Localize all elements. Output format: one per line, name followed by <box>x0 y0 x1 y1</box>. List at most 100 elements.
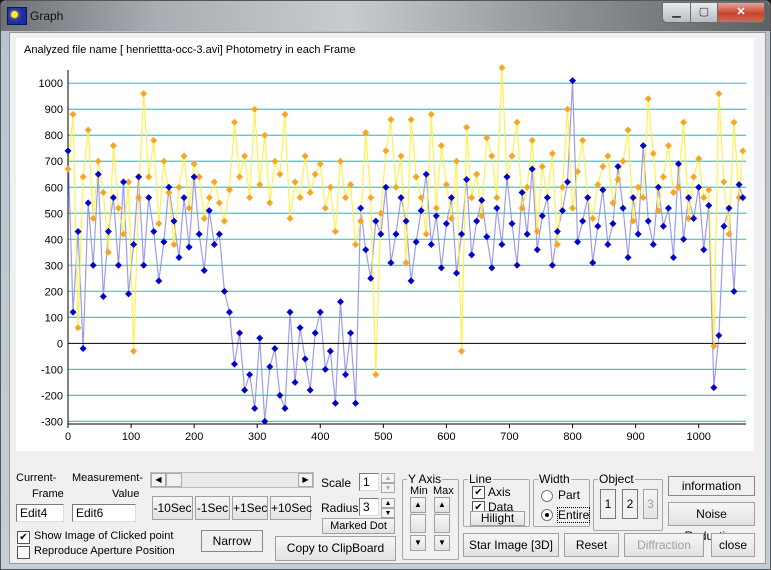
data-point-1 <box>130 240 138 248</box>
data-point-1 <box>710 384 718 392</box>
scroll-left-arrow-icon[interactable]: ◀ <box>151 473 166 487</box>
scroll-right-arrow-icon[interactable]: ▶ <box>298 473 313 487</box>
data-point-2 <box>473 170 481 178</box>
plus-10sec-button[interactable]: +10Sec <box>270 496 312 520</box>
data-point-2 <box>463 123 471 131</box>
data-point-2 <box>548 149 556 157</box>
radius-input[interactable]: 3 <box>359 498 379 516</box>
show-image-checkbox[interactable]: ✔ <box>17 531 30 544</box>
y-max-up-button[interactable]: ▲ <box>434 497 450 513</box>
data-point-1 <box>739 194 747 202</box>
y-min-up-button[interactable]: ▲ <box>410 497 426 513</box>
window-close-button[interactable]: ✕ <box>717 2 765 23</box>
data-point-2 <box>271 157 279 165</box>
copy-to-clipboard-button[interactable]: Copy to ClipBoard <box>275 536 396 561</box>
axis-label: Axis <box>488 485 511 499</box>
data-point-1 <box>246 371 254 379</box>
data-point-1 <box>533 246 541 254</box>
scale-up-icon[interactable]: ▲ <box>381 473 395 483</box>
data-point-1 <box>286 308 294 316</box>
data-point-2 <box>215 199 223 207</box>
data-point-1 <box>584 194 592 202</box>
object-3-button[interactable]: 3 <box>643 489 658 519</box>
radius-down-icon[interactable]: ▼ <box>381 508 395 518</box>
data-point-1 <box>352 399 360 407</box>
axis-checkbox[interactable]: ✔ <box>472 486 485 499</box>
photometry-chart[interactable]: -300 -200 -100 0 100 200 300 400 500 600 700 800 900… <box>16 38 754 451</box>
data-point-1 <box>594 222 602 230</box>
data-point-2 <box>739 147 747 155</box>
checkmark-icon: ✔ <box>474 487 483 498</box>
data-point-1 <box>659 222 667 230</box>
radius-up-icon[interactable]: ▲ <box>381 498 395 508</box>
data-point-2 <box>458 347 466 355</box>
data-point-2 <box>150 136 158 144</box>
reset-button[interactable]: Reset <box>564 533 619 557</box>
narrow-button[interactable]: Narrow <box>201 530 263 552</box>
data-point-2 <box>286 214 294 222</box>
x-tick-label: 1000 <box>686 431 710 443</box>
y-max-down-button[interactable]: ▼ <box>434 535 450 551</box>
current-frame-input[interactable]: Edit4 <box>16 504 64 522</box>
data-point-2 <box>74 324 82 332</box>
data-point-2 <box>210 178 218 186</box>
x-tick-label: 700 <box>500 431 518 443</box>
data-point-2 <box>94 157 102 165</box>
data-point-1 <box>473 217 481 225</box>
maximize-button[interactable]: ▢ <box>690 2 718 23</box>
data-point-1 <box>720 222 728 230</box>
data-point-1 <box>377 230 385 238</box>
data-point-1 <box>241 386 249 394</box>
diffraction-button[interactable]: Diffraction <box>624 533 704 557</box>
x-tick-label: 600 <box>437 431 455 443</box>
star-image-3d-button[interactable]: Star Image [3D] <box>463 533 559 557</box>
data-point-1 <box>145 194 153 202</box>
marked-dot-button[interactable]: Marked Dot <box>322 518 395 534</box>
y-tick-label: 900 <box>45 104 63 116</box>
entire-radio[interactable] <box>541 509 553 521</box>
close-button[interactable]: close <box>711 533 755 557</box>
data-point-1 <box>84 199 92 207</box>
data-point-1 <box>680 235 688 243</box>
scale-down-icon[interactable]: ▼ <box>381 483 395 493</box>
data-point-1 <box>225 308 233 316</box>
data-point-2 <box>498 64 506 72</box>
data-point-2 <box>453 157 461 165</box>
y-min-down-button[interactable]: ▼ <box>410 535 426 551</box>
information-button[interactable]: information <box>668 476 755 496</box>
data-point-2 <box>700 194 708 202</box>
data-point-2 <box>175 183 183 191</box>
data-point-1 <box>513 261 521 269</box>
minus-10sec-button[interactable]: -10Sec <box>152 496 193 520</box>
y-min-track[interactable] <box>410 514 426 533</box>
data-point-2 <box>528 136 536 144</box>
data-point-2 <box>407 116 415 124</box>
data-point-1 <box>649 240 657 248</box>
reproduce-aperture-checkbox[interactable] <box>17 546 30 559</box>
y-max-track[interactable] <box>434 514 450 533</box>
data-point-2 <box>241 152 249 160</box>
data-point-1 <box>195 230 203 238</box>
object-2-button[interactable]: 2 <box>622 489 638 519</box>
minus-1sec-button[interactable]: -1Sec <box>195 496 230 520</box>
noise-reduction-button[interactable]: Noise Reduction <box>668 502 755 543</box>
data-point-2 <box>720 178 728 186</box>
measurement-value-input[interactable]: Edit6 <box>72 504 136 522</box>
data-point-2 <box>447 214 455 222</box>
data-point-2 <box>432 204 440 212</box>
frame-scrollbar[interactable]: ◀ ▶ <box>150 472 314 488</box>
minimize-button[interactable]: ▁ <box>662 2 691 23</box>
data-point-1 <box>503 173 511 181</box>
scroll-thumb[interactable] <box>166 473 182 487</box>
scale-input[interactable]: 1 <box>359 473 379 491</box>
object-1-button[interactable]: 1 <box>600 489 616 519</box>
title-bar[interactable]: Graph ▁ ▢ ✕ <box>1 1 770 31</box>
data-point-1 <box>468 251 476 259</box>
hilight-button[interactable]: Hilight <box>470 511 525 526</box>
plus-1sec-button[interactable]: +1Sec <box>232 496 268 520</box>
part-radio[interactable] <box>541 490 553 502</box>
data-point-2 <box>392 183 400 191</box>
data-point-1 <box>271 345 279 353</box>
data-point-2 <box>251 105 259 113</box>
data-point-2 <box>321 204 329 212</box>
